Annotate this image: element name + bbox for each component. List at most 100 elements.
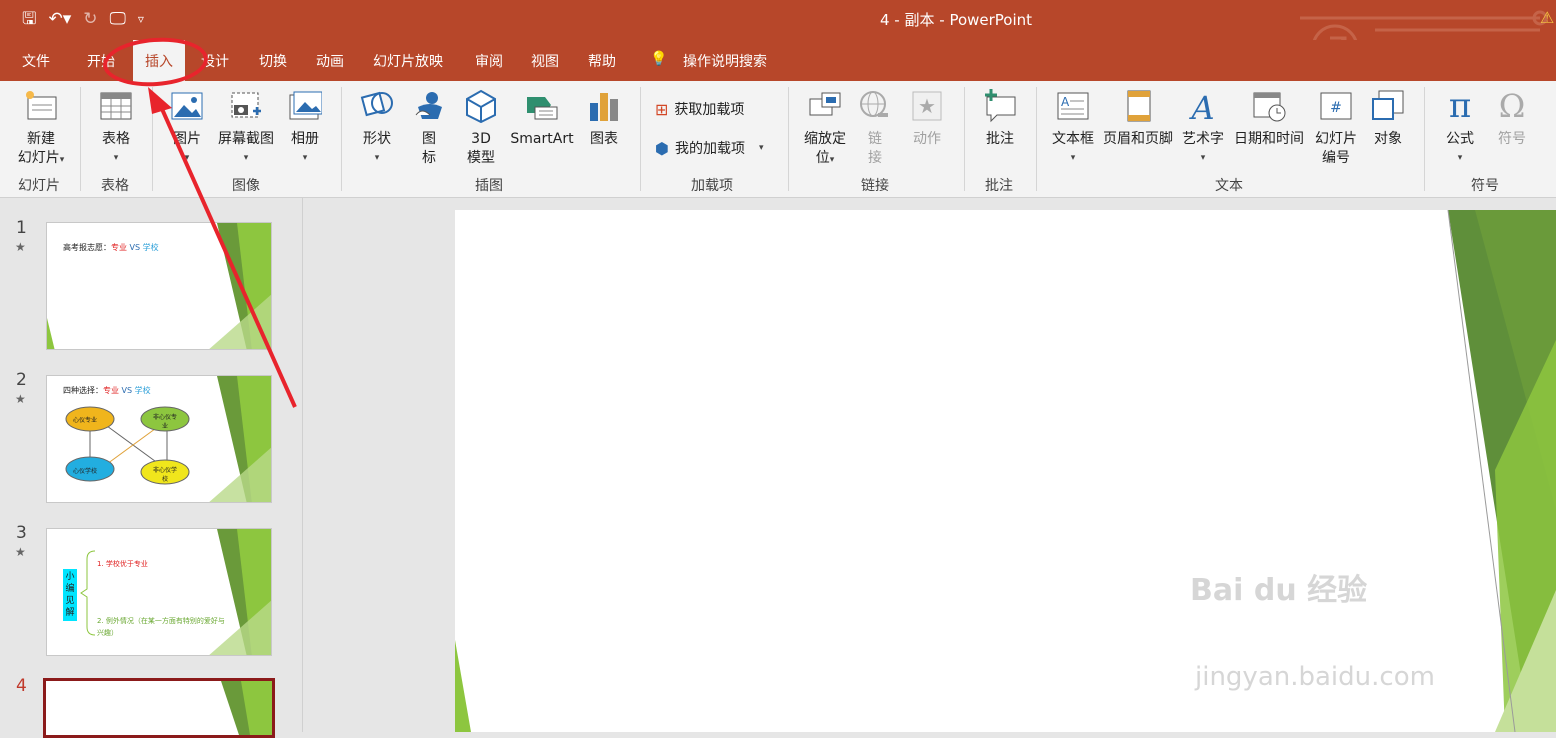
separator [1036,87,1037,191]
addins-icon: ⬢ [655,138,669,158]
slide-number-label-2: 编号 [1322,150,1350,166]
chevron-down-icon: ▾ [1457,153,1463,163]
my-addins-button[interactable]: ⬢ 我的加载项 ▾ [655,138,764,158]
node-label: 非心仪学校 [152,467,177,483]
slide-thumbnail-pane[interactable]: 1 ★ 高考报志愿：专业 VS 学校 2 ★ 四种选择：专业 VS 学校 心仪专… [0,198,303,738]
separator [1424,87,1425,191]
chart-button[interactable]: 图表 [586,89,622,149]
link-icon [858,89,892,123]
slide-decor [47,223,271,349]
equation-button[interactable]: π 公式 ▾ [1440,89,1480,168]
zoom-button[interactable]: 缩放定 位▾ [800,89,850,170]
shapes-button[interactable]: 形状 ▾ [356,89,398,168]
svg-text:★: ★ [918,94,936,118]
textbox-icon: A [1056,89,1090,123]
textbox-label: 文本框 [1052,131,1094,147]
icons-label: 图 [422,131,436,147]
slide-thumbnail-1[interactable]: 高考报志愿：专业 VS 学校 [46,222,272,350]
undo-icon[interactable]: ↶▾ [48,8,71,30]
calendar-icon [1252,89,1286,123]
slide-thumbnail-4[interactable] [43,678,275,738]
photo-album-button[interactable]: 相册 ▾ [285,89,325,168]
chevron-down-icon: ▾ [113,153,119,163]
chevron-down-icon: ▾ [1200,153,1206,163]
link-label-2: 接 [868,150,882,166]
table-button[interactable]: 表格 ▾ [94,89,138,168]
chart-label: 图表 [590,131,618,147]
table-label: 表格 [102,131,130,147]
textbox-button[interactable]: A 文本框 ▾ [1048,89,1098,168]
object-label: 对象 [1374,131,1402,147]
omega-icon: Ω [1498,87,1526,125]
tab-slideshow[interactable]: 幻灯片放映 [373,51,443,71]
group-label-symbols: 符号 [1471,178,1499,194]
tab-help[interactable]: 帮助 [588,51,616,71]
icons-button[interactable]: 图 标 [410,89,448,168]
cube-icon [464,89,498,124]
tab-view[interactable]: 视图 [531,51,559,71]
quick-access-toolbar: 🖫 ↶▾ ↻ 🖵 ▿ [22,8,144,30]
header-footer-button[interactable]: 页眉和页脚 [1101,89,1175,149]
new-slide-button[interactable]: 新建 幻灯片▾ [10,89,72,170]
present-icon[interactable]: 🖵 [110,8,126,30]
chevron-down-icon: ▾ [829,155,835,165]
tab-review[interactable]: 审阅 [475,51,503,71]
zoom-label: 缩放定 [804,131,846,147]
wordart-button[interactable]: A 艺术字 ▾ [1180,89,1226,168]
header-footer-label: 页眉和页脚 [1103,131,1173,147]
screenshot-icon [229,89,263,123]
slide-2-title: 四种选择：专业 VS 学校 [63,386,151,395]
picture-button[interactable]: 图片 ▾ [167,89,207,168]
object-button[interactable]: 对象 [1368,89,1408,149]
3d-models-button[interactable]: 3D 模型 [461,89,501,168]
tab-animations[interactable]: 动画 [316,51,344,71]
slide-number: 2 [16,370,27,390]
date-time-button[interactable]: 日期和时间 [1232,89,1306,149]
title-bar: 🖫 ↶▾ ↻ 🖵 ▿ 4 - 副本 - PowerPoint ⚠ [0,0,1556,72]
link-button[interactable]: 链 接 [856,89,894,168]
lightbulb-icon: 💡 [650,51,668,67]
slide-design-decor [455,210,1556,732]
save-icon[interactable]: 🖫 [22,8,36,30]
group-label-slides: 幻灯片 [18,178,60,194]
photo-album-label: 相册 [291,131,319,147]
animation-star-icon: ★ [15,545,26,559]
slide-thumbnail-2[interactable]: 四种选择：专业 VS 学校 心仪专业 非心仪专业 心仪学校 非心仪学校 [46,375,272,503]
customize-icon[interactable]: ▿ [138,8,144,30]
screenshot-button[interactable]: 屏幕截图 ▾ [213,89,279,168]
separator [341,87,342,191]
comment-button[interactable]: 批注 [980,89,1020,149]
tab-file[interactable]: 文件 [22,51,50,71]
warning-icon[interactable]: ⚠ [1540,8,1554,27]
slide-thumbnail-3[interactable]: 小编见解 1. 学校优于专业 2. 例外情况（在某一方面有特别的爱好与兴趣） [46,528,272,656]
date-time-label: 日期和时间 [1234,131,1304,147]
action-button[interactable]: ★ 动作 [908,89,946,149]
comment-label: 批注 [986,131,1014,147]
symbol-button[interactable]: Ω 符号 [1492,89,1532,149]
node-label: 心仪专业 [73,417,98,424]
header-footer-icon [1121,89,1155,123]
icons-label-2: 标 [422,150,436,166]
node-label: 非心仪专业 [152,414,177,430]
animation-star-icon: ★ [15,392,26,406]
star-action-icon: ★ [910,89,944,123]
new-slide-label-2: 幻灯片 [17,150,60,166]
tab-transitions[interactable]: 切换 [259,51,287,71]
slide-number: 1 [16,218,27,238]
slide-number-button[interactable]: # 幻灯片 编号 [1312,89,1360,168]
group-label-links: 链接 [861,178,889,194]
picture-icon [170,89,204,123]
zoom-icon [808,89,842,123]
zoom-label-2: 位 [815,150,830,166]
smartart-icon [525,89,559,123]
get-addins-button[interactable]: ⊞ 获取加载项 [655,99,744,119]
animation-star-icon: ★ [15,240,26,254]
tell-me-search[interactable]: 操作说明搜索 [683,51,767,71]
separator [80,87,81,191]
smartart-button[interactable]: SmartArt [508,89,576,149]
symbol-label: 符号 [1498,131,1526,147]
chart-icon [587,89,621,123]
redo-icon[interactable]: ↻ [83,8,97,30]
slide-canvas[interactable]: Bai du 经验 jingyan.baidu.com [455,210,1556,732]
store-icon: ⊞ [655,99,669,119]
